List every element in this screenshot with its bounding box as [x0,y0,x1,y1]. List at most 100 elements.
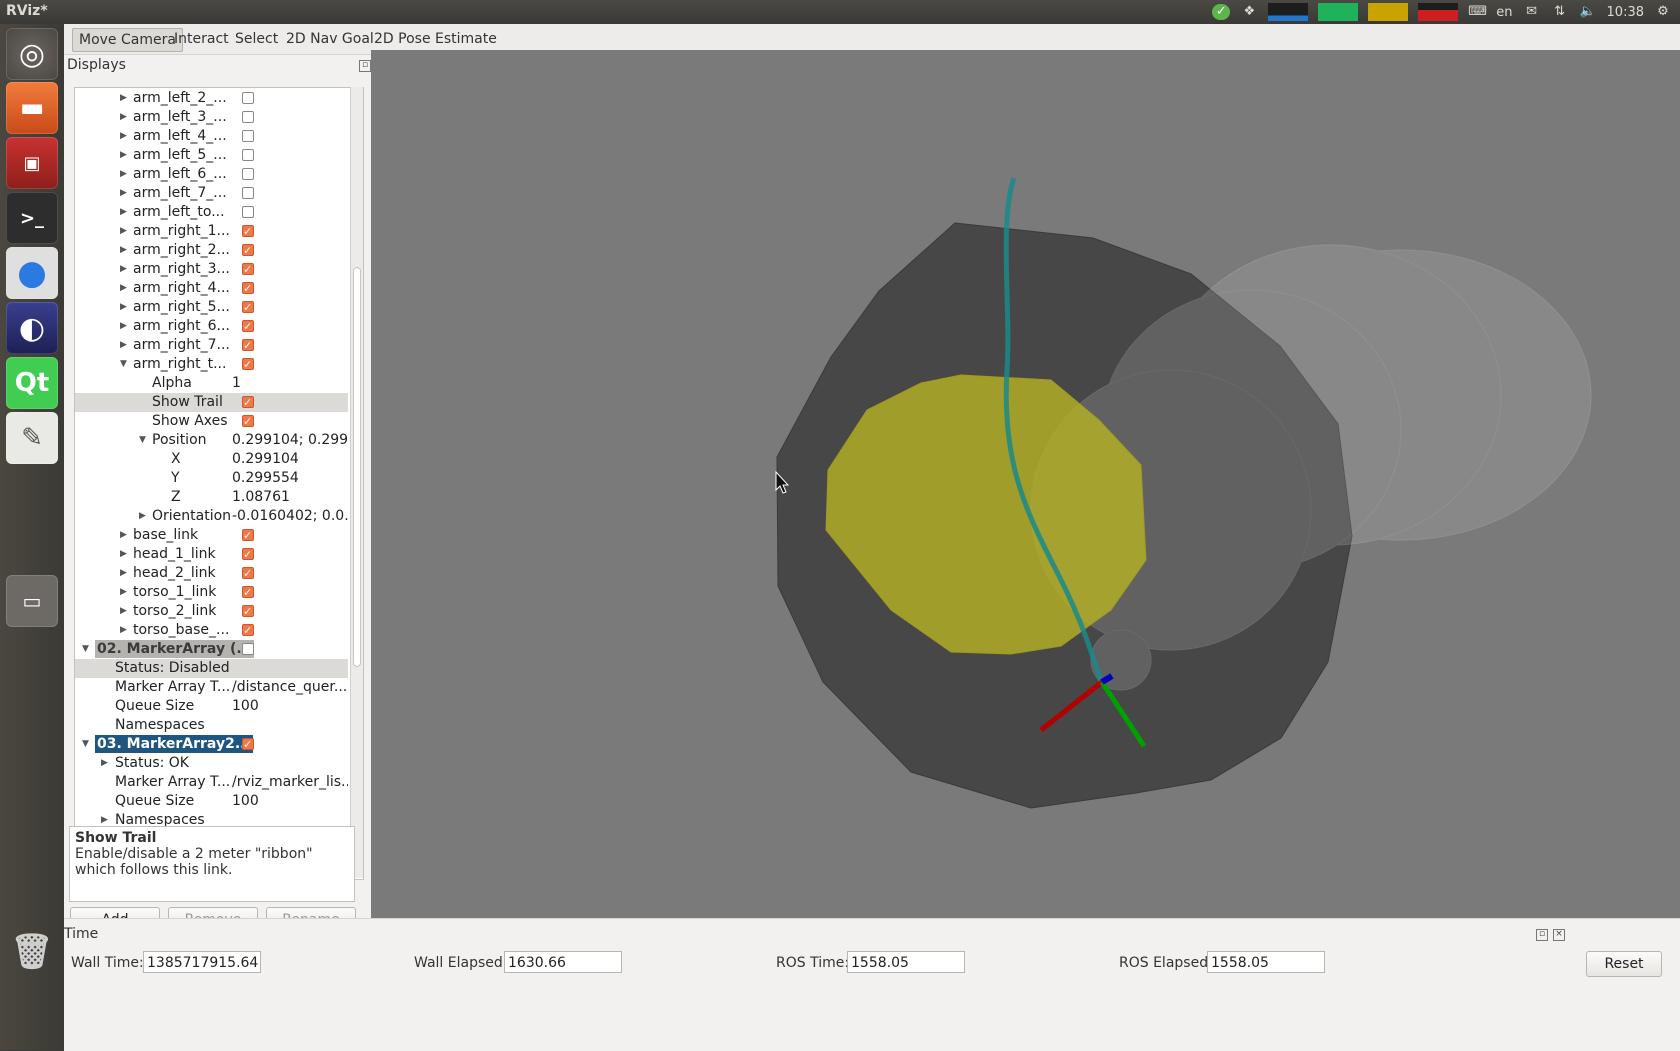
network-icon[interactable]: ⇅ [1551,4,1569,20]
network-meter-icon[interactable] [1368,3,1409,21]
close-icon[interactable]: × [1553,929,1565,941]
wall-time-field[interactable]: 1385717915.64 [143,951,261,973]
link-item[interactable]: ▶ arm_left_6_... [75,165,348,184]
files-icon[interactable]: ▬ [6,82,58,134]
link-item[interactable]: ▶ arm_right_7... [75,336,348,355]
enable-checkbox[interactable] [242,735,254,754]
property-value[interactable]: 100 [232,697,348,716]
link-item[interactable]: ▶ torso_base_... [75,621,348,640]
collapse-arrow-icon[interactable]: ▼ [139,431,146,450]
workspace-switcher-icon[interactable]: ▭ [6,575,58,627]
enable-checkbox[interactable] [242,92,254,104]
property-row[interactable]: Show Axes [75,412,348,431]
enable-checkbox[interactable] [242,602,254,621]
chrome-icon[interactable]: ● [6,247,58,299]
3d-viewport[interactable] [371,50,1680,918]
update-check-icon[interactable]: ✓ [1212,4,1231,20]
eclipse-icon[interactable]: ◐ [6,302,58,354]
display-group-label[interactable]: 02. MarkerArray (... [95,640,255,658]
property-row[interactable]: ▶ Orientation -0.0160402; 0.0... [75,507,348,526]
cpu-meter-icon[interactable] [1268,3,1309,21]
expand-arrow-icon[interactable]: ▶ [120,260,127,279]
property-value[interactable]: -0.0160402; 0.0... [232,507,348,526]
property-row[interactable]: X 0.299104 [75,450,348,469]
expand-arrow-icon[interactable]: ▶ [120,602,127,621]
mail-icon[interactable]: ✉ [1523,4,1541,20]
link-item[interactable]: ▶ arm_left_4_... [75,127,348,146]
scrollbar-thumb[interactable] [353,267,361,667]
enable-checkbox[interactable] [242,643,254,655]
expand-arrow-icon[interactable]: ▶ [120,336,127,355]
wall-elapsed-field[interactable]: 1630.66 [504,951,622,973]
expand-arrow-icon[interactable]: ▶ [120,545,127,564]
expand-arrow-icon[interactable]: ▶ [120,89,127,108]
enable-checkbox[interactable] [242,111,254,123]
enable-checkbox[interactable] [242,260,254,279]
disk-meter-icon[interactable] [1418,3,1459,21]
link-item[interactable]: ▶ arm_right_5... [75,298,348,317]
link-item[interactable]: ▶ arm_left_5_... [75,146,348,165]
expand-arrow-icon[interactable]: ▶ [120,165,127,184]
clock[interactable]: 10:38 [1607,5,1644,20]
tool-move-camera[interactable]: Move Camera [72,28,183,52]
tool-2d-nav-goal[interactable]: 2D Nav Goal [280,28,380,50]
enable-checkbox[interactable] [242,187,254,199]
undock-icon[interactable]: ▫ [359,60,371,72]
ros-time-field[interactable]: 1558.05 [847,951,965,973]
link-item[interactable]: ▶ arm_right_3... [75,260,348,279]
link-item[interactable]: ▼ arm_right_t... [75,355,348,374]
expand-arrow-icon[interactable]: ▶ [120,583,127,602]
memory-meter-icon[interactable] [1318,3,1359,21]
qt-creator-icon[interactable]: Qt [6,357,58,409]
tool-select[interactable]: Select [229,28,284,50]
link-item[interactable]: ▶ arm_right_2... [75,241,348,260]
terminal-icon[interactable]: >_ [6,192,58,244]
expand-arrow-icon[interactable]: ▶ [120,298,127,317]
property-value[interactable]: 1.08761 [232,488,348,507]
expand-arrow-icon[interactable]: ▶ [120,564,127,583]
dropbox-icon[interactable]: ❖ [1240,4,1258,20]
property-row[interactable]: Show Trail [75,393,348,412]
property-row[interactable]: Queue Size 100 [75,697,348,716]
enable-checkbox[interactable] [242,621,254,640]
status-row[interactable]: Status: Disabled [75,659,348,678]
enable-checkbox[interactable] [242,412,254,431]
dash-home-icon[interactable]: ◎ [6,28,58,80]
property-row[interactable]: Y 0.299554 [75,469,348,488]
terminal-split-icon[interactable]: ▣ [6,137,58,189]
link-item[interactable]: ▶ torso_1_link [75,583,348,602]
gear-icon[interactable]: ⚙ [1654,4,1672,20]
display-group-label[interactable]: 03. MarkerArray2... [95,735,253,753]
ros-elapsed-field[interactable]: 1558.05 [1207,951,1325,973]
3d-scene[interactable] [371,50,1680,918]
enable-checkbox[interactable] [242,545,254,564]
property-row[interactable]: Z 1.08761 [75,488,348,507]
enable-checkbox[interactable] [242,130,254,142]
expand-arrow-icon[interactable]: ▶ [120,108,127,127]
enable-checkbox[interactable] [242,241,254,260]
enable-checkbox[interactable] [242,317,254,336]
link-item[interactable]: ▶ arm_right_4... [75,279,348,298]
link-item[interactable]: ▶ head_1_link [75,545,348,564]
enable-checkbox[interactable] [242,206,254,218]
link-item[interactable]: ▶ base_link [75,526,348,545]
link-item[interactable]: ▶ arm_right_1... [75,222,348,241]
displays-tree[interactable]: ▶ arm_left_2_... ▶ arm_left_3_... ▶ arm_left_… [74,87,364,880]
expand-arrow-icon[interactable]: ▶ [120,222,127,241]
property-row[interactable]: ▼ Position 0.299104; 0.299... [75,431,348,450]
property-row[interactable]: Marker Array T.../distance_quer... [75,678,348,697]
property-row[interactable]: Queue Size 100 [75,792,348,811]
property-row[interactable]: Marker Array T.../rviz_marker_lis... [75,773,348,792]
display-group-row[interactable]: ▼ 02. MarkerArray (... [75,640,348,659]
expand-arrow-icon[interactable]: ▶ [120,184,127,203]
link-item[interactable]: ▶ arm_left_3_... [75,108,348,127]
expand-arrow-icon[interactable]: ▶ [120,317,127,336]
reset-button[interactable]: Reset [1586,951,1662,977]
property-value[interactable]: 1 [232,374,348,393]
display-group-row[interactable]: ▼ 03. MarkerArray2... [75,735,348,754]
link-item[interactable]: ▶ arm_left_2_... [75,89,348,108]
keyboard-icon[interactable]: ⌨ [1468,4,1487,20]
enable-checkbox[interactable] [242,298,254,317]
property-value[interactable]: 100 [232,792,348,811]
enable-checkbox[interactable] [242,279,254,298]
